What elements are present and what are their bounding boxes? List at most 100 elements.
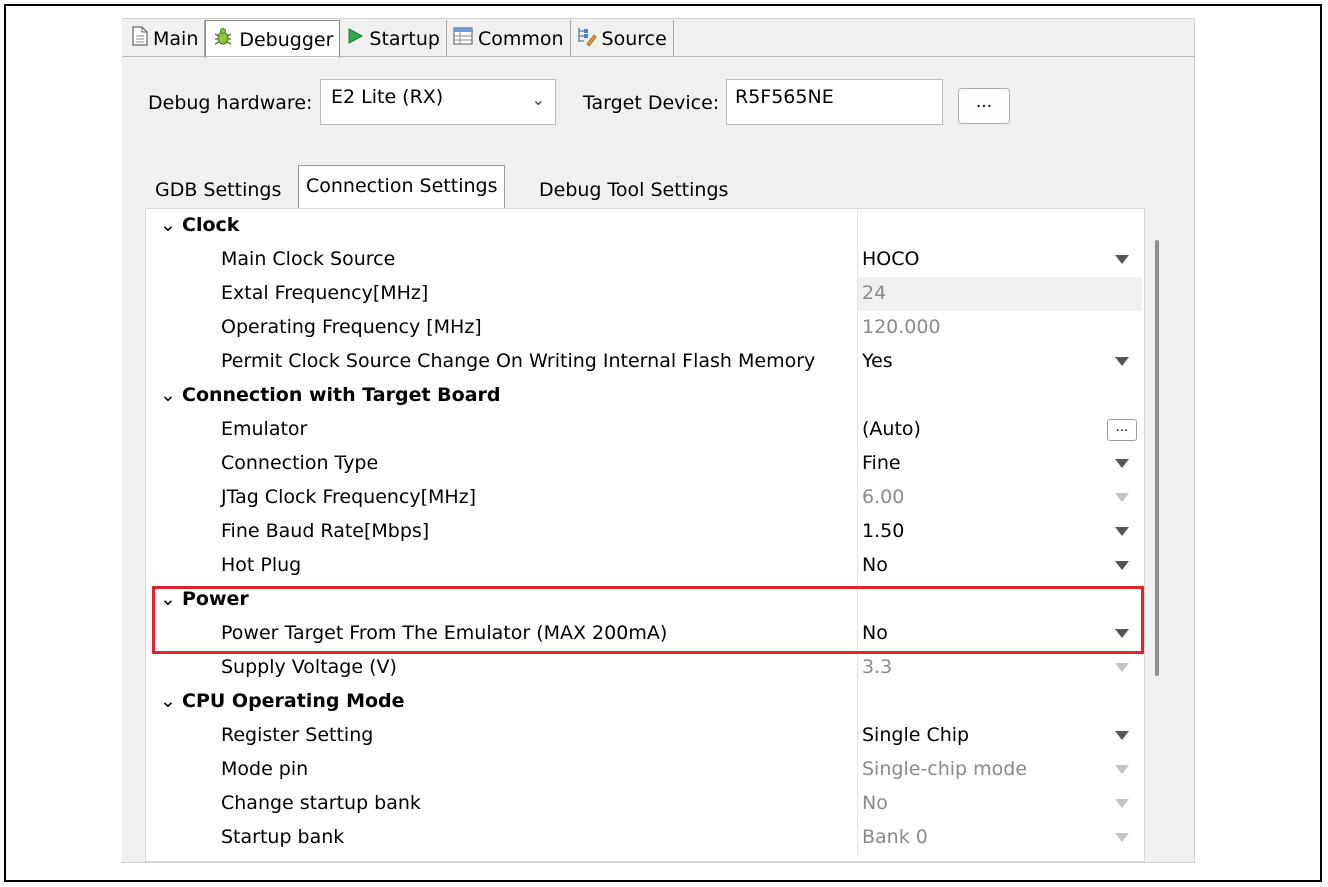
source-icon [577, 26, 597, 51]
column-separator [857, 447, 858, 481]
dropdown-arrow-icon [1115, 765, 1129, 774]
dropdown-arrow-icon[interactable] [1115, 561, 1129, 570]
column-separator [857, 243, 858, 277]
property-value[interactable]: No [862, 554, 888, 576]
property-row[interactable]: JTag Clock Frequency[MHz] 6.00 [146, 481, 1141, 515]
dropdown-arrow-icon[interactable] [1115, 459, 1129, 468]
property-value: Single-chip mode [862, 758, 1028, 780]
column-separator [857, 209, 858, 243]
property-row[interactable]: Operating Frequency [MHz] 120.000 [146, 311, 1141, 345]
property-row[interactable]: Fine Baud Rate[Mbps] 1.50 [146, 515, 1141, 549]
table-scrollbar[interactable] [1155, 240, 1159, 676]
property-name: Extal Frequency[MHz] [221, 282, 429, 304]
tab-connection-settings[interactable]: Connection Settings [298, 165, 506, 209]
power-highlight-box [152, 586, 1144, 654]
property-row[interactable]: Hot Plug No [146, 549, 1141, 583]
tab-common-label: Common [477, 27, 564, 50]
property-value: 24 [862, 282, 887, 304]
property-name: Change startup bank [221, 792, 421, 814]
property-value[interactable]: Single Chip [862, 724, 969, 746]
column-separator [857, 549, 858, 583]
property-name: JTag Clock Frequency[MHz] [221, 486, 477, 508]
dropdown-arrow-icon[interactable] [1115, 731, 1129, 740]
property-value: 120.000 [862, 316, 941, 338]
tab-main[interactable]: Main [126, 20, 206, 57]
category-title: Clock [182, 214, 240, 236]
connection-settings-table: ⌄ Clock Main Clock Source HOCO Extal Frequen… [145, 208, 1145, 862]
chevron-down-icon[interactable]: ⌄ [160, 384, 182, 406]
property-value: Bank 0 [862, 826, 928, 848]
property-name: Mode pin [221, 758, 309, 780]
target-device-label: Target Device: [583, 92, 720, 114]
tab-debug-tool-settings[interactable]: Debug Tool Settings [532, 172, 735, 208]
debug-hardware-value: E2 Lite (RX) [331, 86, 444, 108]
property-row[interactable]: Change startup bank No [146, 787, 1141, 821]
property-row[interactable]: Supply Voltage (V) 3.3 [146, 651, 1141, 685]
property-value[interactable]: Fine [862, 452, 901, 474]
property-row[interactable]: Main Clock Source HOCO [146, 243, 1141, 277]
dropdown-arrow-icon[interactable] [1115, 255, 1129, 264]
property-row[interactable]: Mode pin Single-chip mode [146, 753, 1141, 787]
chevron-down-icon[interactable]: ⌄ [160, 214, 182, 236]
chevron-down-icon[interactable]: ⌄ [160, 690, 182, 712]
category-label: ⌄ Connection with Target Board [160, 384, 501, 406]
property-row[interactable]: Permit Clock Source Change On Writing In… [146, 345, 1141, 379]
tab-gdb-settings[interactable]: GDB Settings [148, 172, 288, 208]
tab-source-label: Source [601, 27, 667, 50]
property-name: Startup bank [221, 826, 345, 848]
debug-hardware-label: Debug hardware: [148, 92, 313, 114]
dropdown-arrow-icon[interactable] [1115, 357, 1129, 366]
tab-debugger[interactable]: Debugger [205, 20, 341, 58]
property-name: Operating Frequency [MHz] [221, 316, 482, 338]
readonly-value-background [858, 277, 1142, 311]
tab-startup[interactable]: Startup [340, 20, 447, 57]
category-row[interactable]: ⌄ Clock [146, 209, 1141, 243]
target-device-value: R5F565NE [735, 86, 834, 108]
debug-hardware-select[interactable]: E2 Lite (RX) ⌄ [320, 79, 556, 125]
tab-debugger-label: Debugger [239, 28, 334, 51]
table-icon [453, 27, 473, 50]
column-separator [857, 345, 858, 379]
target-device-field[interactable]: R5F565NE [726, 79, 943, 125]
property-value[interactable]: Yes [862, 350, 893, 372]
category-title: CPU Operating Mode [182, 690, 405, 712]
target-device-browse-button[interactable]: ... [958, 88, 1010, 124]
property-name: Connection Type [221, 452, 379, 474]
tab-main-label: Main [153, 27, 199, 50]
column-separator [857, 277, 858, 311]
column-separator [857, 515, 858, 549]
category-title: Connection with Target Board [182, 384, 501, 406]
column-separator [857, 311, 858, 345]
emulator-browse-button[interactable]: ... [1107, 419, 1137, 441]
tab-source[interactable]: Source [570, 20, 674, 57]
launch-config-tabs: Main Debugger Startup Common Source [126, 20, 674, 58]
column-separator [857, 753, 858, 787]
play-icon [346, 27, 364, 50]
column-separator [857, 787, 858, 821]
column-separator [857, 719, 858, 753]
property-value: 3.3 [862, 656, 893, 678]
property-name: Supply Voltage (V) [221, 656, 397, 678]
column-separator [857, 651, 858, 685]
property-value: No [862, 792, 888, 814]
dropdown-arrow-icon [1115, 663, 1129, 672]
property-row[interactable]: Extal Frequency[MHz] 24 [146, 277, 1142, 311]
tab-common[interactable]: Common [446, 20, 571, 57]
dropdown-arrow-icon[interactable] [1115, 527, 1129, 536]
property-row[interactable]: Connection Type Fine [146, 447, 1141, 481]
property-value[interactable]: 1.50 [862, 520, 904, 542]
property-value: 6.00 [862, 486, 905, 508]
column-separator [857, 379, 858, 413]
document-icon [132, 26, 148, 51]
category-row[interactable]: ⌄ CPU Operating Mode [146, 685, 1141, 719]
property-value[interactable]: HOCO [862, 248, 919, 270]
property-row[interactable]: Emulator (Auto)... [146, 413, 1141, 447]
category-row[interactable]: ⌄ Connection with Target Board [146, 379, 1141, 413]
property-row[interactable]: Startup bank Bank 0 [146, 821, 1141, 855]
property-value[interactable]: (Auto) [862, 418, 921, 440]
column-separator [857, 685, 858, 719]
dropdown-arrow-icon [1115, 493, 1129, 502]
column-separator [857, 821, 858, 855]
bug-icon [212, 26, 234, 53]
property-row[interactable]: Register Setting Single Chip [146, 719, 1141, 753]
